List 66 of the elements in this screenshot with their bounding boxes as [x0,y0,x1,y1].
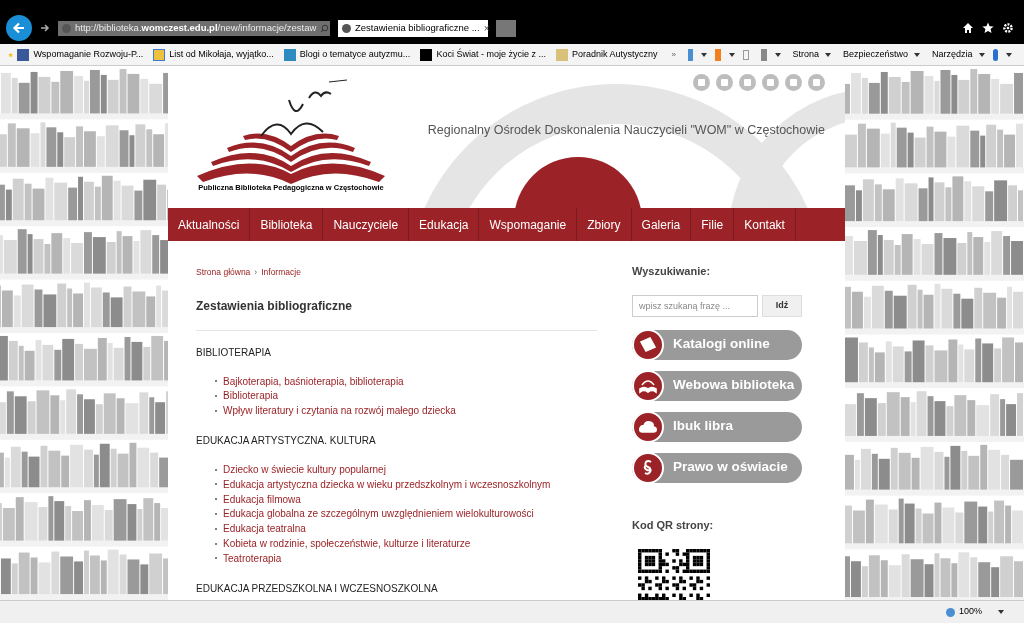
search-button[interactable]: Idź [762,294,802,317]
dropdown-caret-icon[interactable] [998,610,1004,614]
bibliography-link[interactable]: Edukacja artystyczna dziecka w wieku przedszkolnym i wczesnoszkolnym [223,476,551,492]
nav-link[interactable]: Biblioteka [250,208,324,241]
dropdown-caret-icon [978,52,985,57]
favorite-link[interactable]: Koci Świat - moje życie z ... [420,47,546,62]
favorite-link[interactable]: List od Mikołaja, wyjątko... [153,47,274,62]
nav-link[interactable]: Filie [691,208,735,241]
bibliography-link[interactable]: Edukacja globalna ze szczególnym uwzględnieniem wielokulturowości [223,506,534,522]
forward-arrow-icon[interactable] [40,23,50,33]
favorite-link[interactable]: Blogi o tematyce autyzmu... [283,47,411,62]
bibliography-link[interactable]: Teatroterapia [223,550,282,566]
book-icon [638,334,658,355]
dropdown-caret-icon[interactable] [728,52,735,57]
favorite-link[interactable]: Poradnik Autystyczny [555,47,658,62]
dropdown-caret-icon[interactable] [701,52,708,57]
nav-link[interactable]: Nauczyciele [323,208,410,241]
dropdown-caret-icon [914,52,921,57]
star-icon[interactable] [982,22,994,34]
site-icon [62,23,71,33]
qr-code [638,549,710,600]
section-heading: BIBLIOTERAPIA [196,345,273,360]
dropdown-caret-icon [825,52,832,57]
nav-link[interactable]: Wspomaganie [479,208,578,241]
new-tab-button[interactable] [496,19,516,37]
institution-tagline: Regionalny Ośrodek Doskonalenia Nauczycieli "WOM" w Częstochowie [427,122,825,139]
favorite-link[interactable]: Wspomaganie Rozwoju-P... [17,47,144,62]
bibliography-link[interactable]: Kobieta w rodzinie, społeczeństwie, kulturze i literaturze [223,536,471,552]
address-bar[interactable]: http://biblioteka.womczest.edu.pl/new/informacje/zestaw [58,20,330,36]
breadcrumb-link[interactable]: Strona główna [196,266,251,279]
search-field[interactable]: wpisz szukaną frazę ... [632,294,758,317]
site-icon [342,23,351,33]
section-heading: EDUKACJA PRZEDSZKOLNA I WCZESNOSZKOLNA [196,581,439,596]
bibliography-link[interactable]: Bajkoterapia, baśnioterapia, biblioterapia [223,373,404,389]
back-button[interactable] [6,15,32,41]
settings-icon[interactable] [1002,22,1014,34]
browser-tab[interactable]: Zestawienia bibliograficzne ... × [338,19,488,37]
dropdown-caret-icon[interactable] [1006,52,1012,57]
bibliography-link[interactable]: Edukacja filmowa [223,491,301,507]
bibliography-link[interactable]: Biblioterapia [223,388,279,404]
back-arrow-icon [12,21,26,35]
command-menu[interactable]: Strona [792,47,832,62]
tab-close-button[interactable]: × [483,20,490,36]
zoom-level[interactable]: 100% [945,605,982,619]
section-heading: EDUKACJA ARTYSTYCZNA. KULTURA [196,434,377,449]
bibliography-link[interactable]: Dziecko w świecie kultury popularnej [223,462,386,478]
bibliography-link[interactable]: Edukacja teatralna [223,521,306,537]
dropdown-caret-icon[interactable] [774,52,781,57]
page-title: Zestawienia bibliograficzne [196,297,354,315]
breadcrumb-separator: › [254,266,258,279]
nav-link[interactable]: Kontakt [734,208,796,241]
nav-link[interactable]: Galeria [631,208,692,241]
zoom-icon [945,607,955,617]
command-menu[interactable]: Bezpieczeństwo [843,47,921,62]
nav-link[interactable]: Zbiory [577,208,632,241]
address-text: http://biblioteka.womczest.edu.pl/new/informacje/zestaw [75,20,317,35]
tab-title: Zestawienia bibliograficzne ... [355,20,480,35]
search-title: Wyszukiwanie: [632,264,712,279]
command-menu[interactable]: Narzędzia [932,47,985,62]
breadcrumb-link[interactable]: Informacje [261,266,301,279]
bibliography-link[interactable]: Wpływ literatury i czytania na rozwój małego dziecka [223,403,456,419]
nav-link[interactable]: Aktualności [168,208,251,241]
nav-link[interactable]: Edukacja [409,208,480,241]
more-chevron[interactable]: » [671,48,676,61]
qr-title: Kod QR strony: [632,517,715,533]
search-icon[interactable] [320,23,330,33]
